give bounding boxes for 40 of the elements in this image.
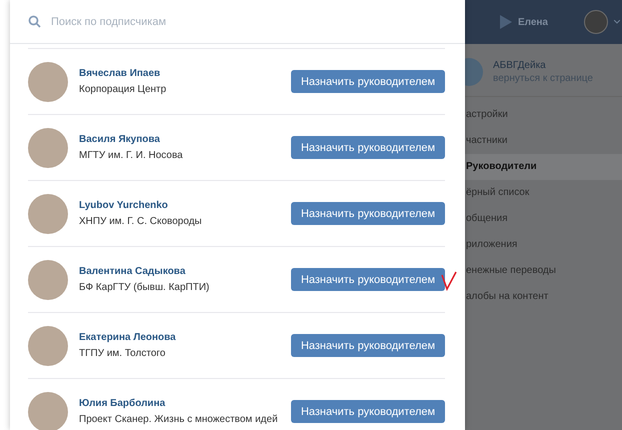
menu-item[interactable]: частники xyxy=(465,128,622,154)
assign-manager-button[interactable]: Назначить руководителем xyxy=(291,136,445,159)
search-icon xyxy=(28,15,41,28)
assign-manager-button[interactable]: Назначить руководителем xyxy=(291,268,445,291)
subscriber-name[interactable]: Екатерина Леонова xyxy=(79,332,291,343)
menu-item[interactable]: ёрный список xyxy=(465,180,622,206)
caret-icon[interactable] xyxy=(614,20,620,24)
assign-manager-button[interactable]: Назначить руководителем xyxy=(291,70,445,93)
menu-item[interactable]: Руководители xyxy=(465,154,622,180)
subscriber-name[interactable]: Вячеслав Ипаев xyxy=(79,68,291,79)
assign-manager-button[interactable]: Назначить руководителем xyxy=(291,400,445,423)
assign-manager-button[interactable]: Назначить руководителем xyxy=(291,334,445,357)
search-field[interactable]: Поиск по подписчикам xyxy=(51,16,351,28)
avatar xyxy=(28,392,68,430)
subscriber-info: МГТУ им. Г. И. Носова xyxy=(79,150,184,161)
avatar xyxy=(28,62,68,102)
play-icon[interactable] xyxy=(500,15,512,29)
menu-item[interactable]: алобы на контент xyxy=(465,284,622,310)
avatar xyxy=(28,326,68,366)
group-name[interactable]: АБВГДейка xyxy=(493,60,593,71)
menu-item[interactable]: общения xyxy=(465,206,622,232)
avatar xyxy=(28,194,68,234)
avatar xyxy=(28,260,68,300)
subscriber-info: БФ КарГТУ (бывш. КарПТИ) xyxy=(79,282,210,293)
user-avatar[interactable] xyxy=(584,10,608,34)
subscriber-info: Проект Сканер. Жизнь с множеством идей xyxy=(79,414,279,425)
user-name[interactable]: Елена xyxy=(518,16,548,28)
menu-item[interactable]: енежные переводы xyxy=(465,258,622,284)
subscriber-name[interactable]: Lyubov Yurchenko xyxy=(79,200,291,211)
assign-manager-button[interactable]: Назначить руководителем xyxy=(291,202,445,225)
subscriber-info: ХНПУ им. Г. С. Сковороды xyxy=(79,216,203,227)
menu-item[interactable]: астройки xyxy=(465,102,622,128)
check-mark-icon xyxy=(441,271,457,291)
subscriber-name[interactable]: Валентина Садыкова xyxy=(79,266,291,277)
avatar xyxy=(28,128,68,168)
subscriber-info: ТГПУ им. Толстого xyxy=(79,348,166,359)
subscriber-name[interactable]: Юлия Барболина xyxy=(79,398,291,409)
subscriber-name[interactable]: Василя Якупова xyxy=(79,134,291,145)
menu-item[interactable]: риложения xyxy=(465,232,622,258)
subscriber-info: Корпорация Центр xyxy=(79,84,168,95)
